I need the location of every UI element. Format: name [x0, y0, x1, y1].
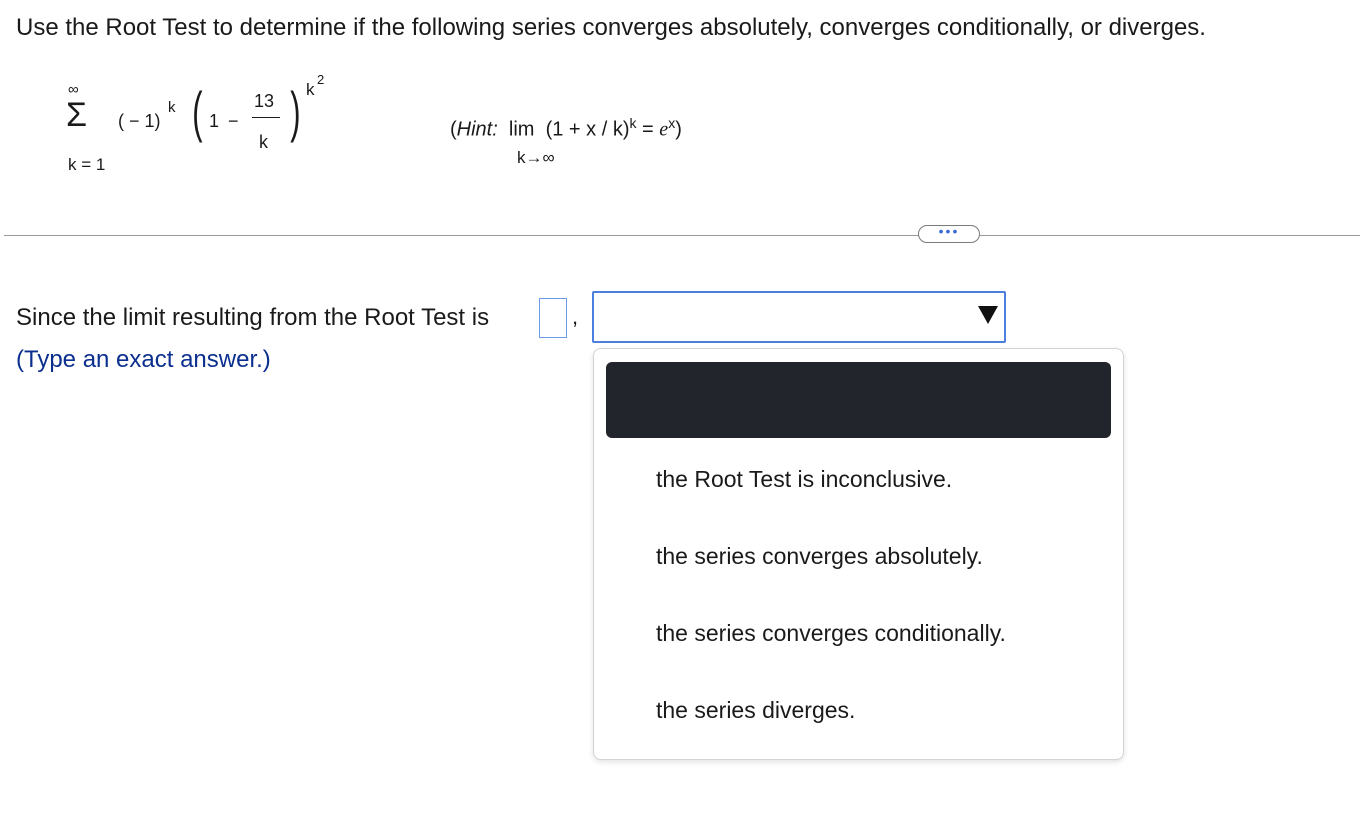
- hint-expression: (1 + x / k): [545, 118, 630, 141]
- fraction-bar: [252, 117, 280, 118]
- limit-answer-input[interactable]: [539, 298, 567, 338]
- dropdown-option-converges-absolutely[interactable]: the series converges absolutely.: [656, 543, 983, 570]
- term-one: 1: [209, 111, 220, 131]
- answer-comma: ,: [572, 304, 579, 329]
- hint-lim: lim: [508, 118, 535, 141]
- dropdown-option-inconclusive[interactable]: the Root Test is inconclusive.: [656, 466, 952, 493]
- hint-expression-exponent: k: [629, 115, 637, 131]
- left-paren: (: [192, 80, 203, 143]
- more-options-button[interactable]: •••: [918, 224, 980, 243]
- hint-close: ): [675, 118, 682, 141]
- sign-factor: ( − 1): [118, 111, 161, 131]
- hint-formula: (Hint: lim (1 + x / k)k = ex): [450, 115, 682, 142]
- dropdown-option-highlighted[interactable]: [606, 362, 1111, 438]
- sum-symbol: Σ: [66, 96, 88, 134]
- section-divider: [4, 235, 1360, 236]
- answer-instruction: (Type an exact answer.): [16, 346, 271, 373]
- fraction-denominator: k: [259, 132, 268, 152]
- sum-lower-limit: k = 1: [68, 155, 106, 174]
- dropdown-option-converges-conditionally[interactable]: the series converges conditionally.: [656, 620, 1006, 647]
- right-paren: ): [290, 80, 301, 143]
- outer-exponent-base: k: [306, 80, 315, 99]
- outer-exponent-power: 2: [317, 72, 325, 87]
- fraction-numerator: 13: [254, 91, 275, 111]
- sum-upper-limit: ∞: [68, 81, 79, 98]
- dropdown-arrow-icon[interactable]: [978, 306, 998, 324]
- dropdown-option-diverges[interactable]: the series diverges.: [656, 697, 855, 724]
- term-minus: −: [228, 111, 239, 131]
- answer-prompt: Since the limit resulting from the Root …: [16, 304, 490, 331]
- sign-exponent: k: [168, 99, 176, 116]
- conclusion-select[interactable]: [592, 291, 1006, 343]
- hint-label: Hint:: [456, 118, 498, 141]
- hint-open: (: [450, 118, 457, 141]
- hint-equals: =: [636, 118, 660, 141]
- hint-limit-subscript: k→∞: [517, 148, 555, 167]
- hint-e: e: [659, 118, 669, 141]
- question-text: Use the Root Test to determine if the fo…: [16, 14, 1206, 41]
